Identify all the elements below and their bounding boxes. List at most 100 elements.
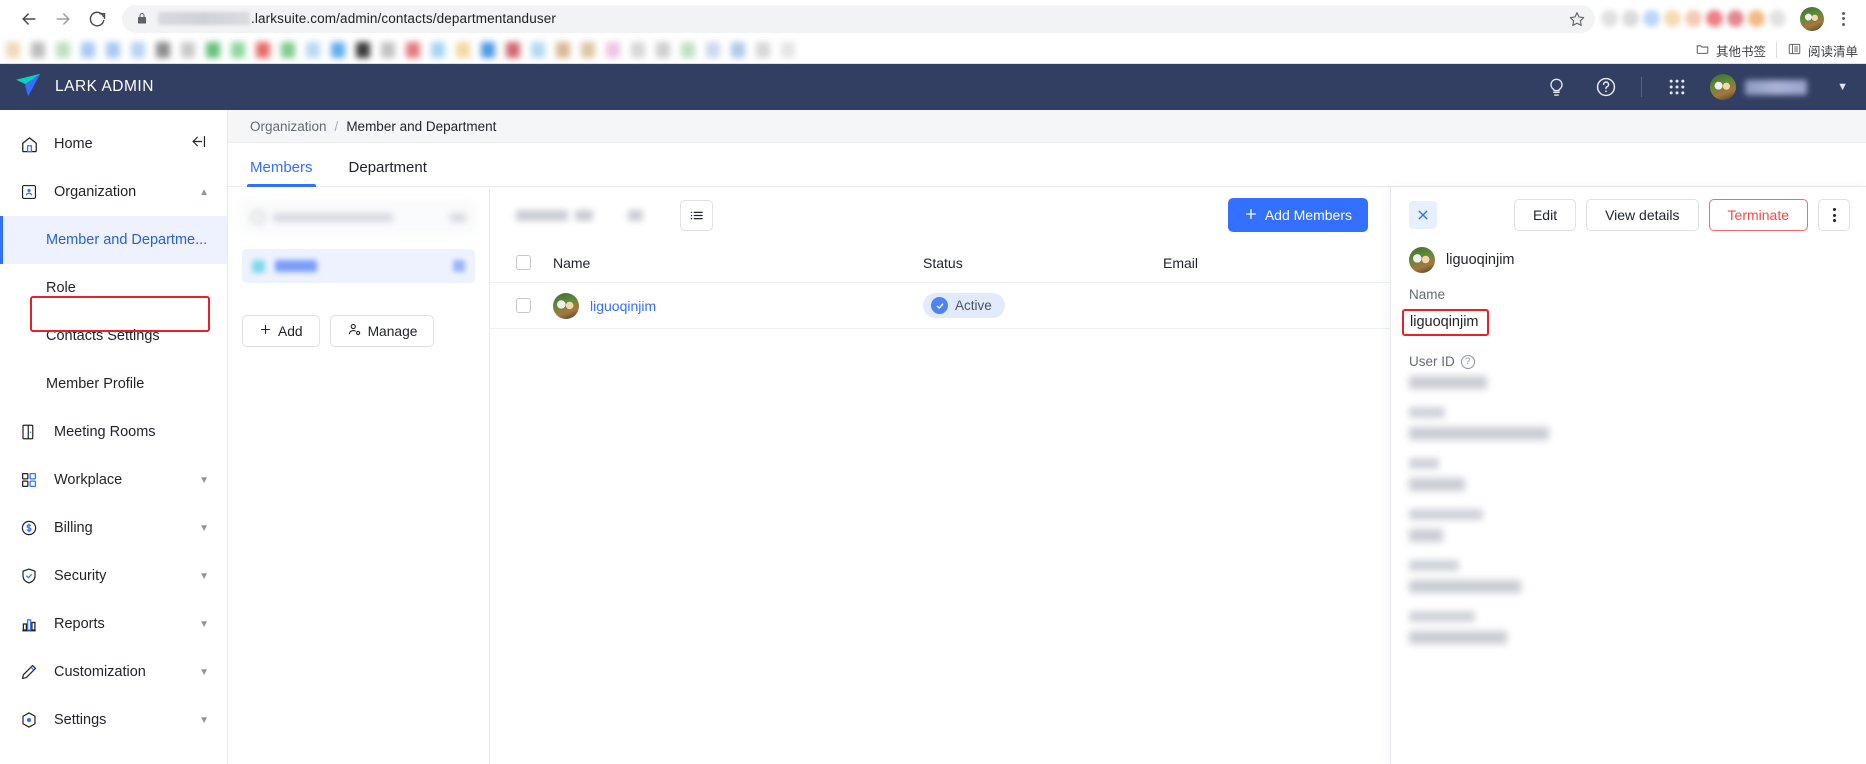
help-circle-icon[interactable]: ? bbox=[1460, 354, 1475, 369]
field-label-text: User ID bbox=[1409, 354, 1455, 369]
reading-list-label: 阅读清单 bbox=[1807, 44, 1858, 59]
sidebar-item-label: Security bbox=[54, 568, 107, 584]
apps-grid-icon[interactable] bbox=[1652, 64, 1702, 110]
tab-members[interactable]: Members bbox=[247, 159, 316, 187]
filter-extra-redacted[interactable] bbox=[628, 200, 668, 230]
extension-icon[interactable] bbox=[1622, 10, 1639, 27]
department-tree-panel: Add Manage bbox=[228, 187, 490, 764]
field-label-redacted bbox=[1409, 407, 1445, 418]
chrome-menu-icon[interactable] bbox=[1832, 11, 1854, 26]
kebab-dots bbox=[1832, 208, 1836, 222]
sidebar-item-label: Settings bbox=[54, 712, 107, 728]
sidebar-item-member-and-department[interactable]: Member and Departme... bbox=[0, 216, 227, 264]
table-header: Name Status Email bbox=[490, 243, 1390, 283]
address-bar[interactable]: .larksuite.com/admin/contacts/department… bbox=[122, 4, 1595, 33]
view-details-button[interactable]: View details bbox=[1586, 199, 1699, 231]
other-bookmarks-button[interactable]: 其他书签 bbox=[1695, 41, 1766, 60]
chevron-down-icon[interactable]: ▼ bbox=[199, 619, 209, 630]
chrome-profile-avatar[interactable] bbox=[1800, 6, 1824, 31]
field-redacted-2 bbox=[1409, 458, 1848, 491]
lock-icon bbox=[136, 12, 148, 25]
extension-icon[interactable] bbox=[1727, 10, 1744, 27]
select-all-checkbox[interactable] bbox=[516, 255, 531, 270]
extension-icon[interactable] bbox=[1664, 10, 1681, 27]
chevron-down-icon[interactable]: ▼ bbox=[199, 571, 209, 582]
sidebar-item-customization[interactable]: Customization ▼ bbox=[0, 648, 227, 696]
chevron-down-icon[interactable]: ▼ bbox=[199, 523, 209, 534]
more-vertical-icon[interactable] bbox=[1818, 199, 1850, 231]
reports-bar-chart-icon bbox=[20, 615, 42, 633]
department-count-redacted bbox=[453, 260, 465, 272]
bookmark-star-icon[interactable] bbox=[1569, 11, 1585, 27]
sidebar-item-home[interactable]: Home bbox=[0, 120, 227, 168]
sidebar-item-role[interactable]: Role bbox=[0, 264, 227, 312]
extension-icon[interactable] bbox=[1685, 10, 1702, 27]
row-checkbox[interactable] bbox=[516, 298, 531, 313]
sidebar-item-member-profile[interactable]: Member Profile bbox=[0, 360, 227, 408]
bookmark-items-redacted[interactable] bbox=[6, 42, 795, 58]
lark-paper-plane-logo bbox=[14, 72, 44, 103]
reading-list-icon bbox=[1787, 42, 1802, 59]
close-icon[interactable] bbox=[1409, 201, 1437, 229]
browser-extensions[interactable] bbox=[1601, 10, 1786, 27]
sidebar-item-workplace[interactable]: Workplace ▼ bbox=[0, 456, 227, 504]
help-circle-icon[interactable] bbox=[1581, 64, 1631, 110]
chevron-down-icon[interactable]: ▼ bbox=[199, 667, 209, 678]
breadcrumb-parent[interactable]: Organization bbox=[250, 119, 327, 134]
home-icon bbox=[20, 135, 42, 154]
drawer-header: Edit View details Terminate bbox=[1391, 187, 1866, 243]
avatar bbox=[553, 292, 579, 319]
terminate-button[interactable]: Terminate bbox=[1708, 199, 1808, 231]
sidebar-item-contacts-settings[interactable]: Contacts Settings bbox=[0, 312, 227, 360]
sidebar-item-billing[interactable]: Billing ▼ bbox=[0, 504, 227, 552]
forward-arrow-icon[interactable] bbox=[46, 2, 80, 36]
brand-title: LARK ADMIN bbox=[55, 78, 154, 95]
filter-control-redacted[interactable] bbox=[516, 200, 616, 230]
manage-department-button[interactable]: Manage bbox=[329, 315, 435, 347]
plus-icon bbox=[259, 323, 272, 339]
table-row[interactable]: liguoqinjim Active bbox=[490, 283, 1390, 329]
tab-label: Members bbox=[250, 159, 313, 176]
brand[interactable]: LARK ADMIN bbox=[14, 72, 154, 103]
extension-icon[interactable] bbox=[1643, 10, 1660, 27]
extension-icon[interactable] bbox=[1748, 10, 1765, 27]
add-members-button[interactable]: Add Members bbox=[1227, 198, 1368, 232]
chevron-down-icon[interactable]: ▼ bbox=[199, 715, 209, 726]
tab-department[interactable]: Department bbox=[349, 159, 427, 186]
drawer-fields: Name liguoqinjim User ID ? bbox=[1391, 287, 1866, 764]
back-arrow-icon[interactable] bbox=[12, 2, 46, 36]
department-tree-item[interactable] bbox=[242, 249, 475, 283]
add-members-label: Add Members bbox=[1264, 207, 1352, 223]
reading-list-button[interactable]: 阅读清单 bbox=[1787, 41, 1858, 60]
cell-name: liguoqinjim bbox=[553, 292, 923, 319]
chevron-right-icon[interactable] bbox=[252, 259, 265, 273]
field-value-redacted bbox=[1409, 427, 1549, 440]
reload-icon[interactable] bbox=[80, 2, 114, 36]
search-icon bbox=[251, 210, 265, 224]
sidebar-item-label: Customization bbox=[54, 664, 146, 680]
chevron-down-icon[interactable]: ▼ bbox=[199, 475, 209, 486]
sidebar-item-reports[interactable]: Reports ▼ bbox=[0, 600, 227, 648]
breadcrumb: Organization / Member and Department bbox=[228, 110, 1866, 143]
url-text: .larksuite.com/admin/contacts/department… bbox=[251, 11, 556, 26]
list-view-icon[interactable] bbox=[680, 199, 713, 231]
member-name-link[interactable]: liguoqinjim bbox=[590, 298, 656, 314]
lightbulb-icon[interactable] bbox=[1531, 64, 1581, 110]
edit-button[interactable]: Edit bbox=[1513, 199, 1577, 231]
chevron-up-icon[interactable]: ▲ bbox=[199, 187, 209, 198]
sidebar-item-organization[interactable]: Organization ▲ bbox=[0, 168, 227, 216]
sidebar-item-meeting-rooms[interactable]: Meeting Rooms bbox=[0, 408, 227, 456]
sidebar-item-settings[interactable]: Settings ▼ bbox=[0, 696, 227, 744]
sidebar-item-label: Meeting Rooms bbox=[54, 424, 156, 440]
extension-icon[interactable] bbox=[1769, 10, 1786, 27]
department-search-input[interactable] bbox=[242, 201, 475, 233]
sidebar-item-security[interactable]: Security ▼ bbox=[0, 552, 227, 600]
sidebar-item-label: Member Profile bbox=[46, 376, 145, 392]
extension-icon[interactable] bbox=[1601, 10, 1618, 27]
chevron-down-icon[interactable]: ▼ bbox=[1837, 81, 1848, 93]
collapse-sidebar-icon[interactable] bbox=[190, 133, 209, 155]
customization-pencil-icon bbox=[20, 663, 42, 681]
add-department-button[interactable]: Add bbox=[242, 315, 320, 347]
avatar[interactable] bbox=[1710, 74, 1737, 100]
extension-icon[interactable] bbox=[1706, 10, 1723, 27]
